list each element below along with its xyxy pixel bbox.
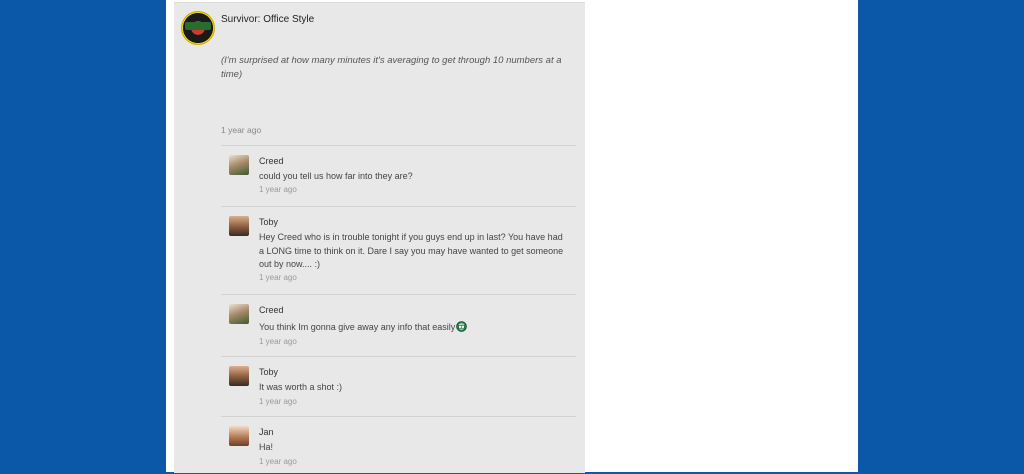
reply-author[interactable]: Toby — [259, 367, 278, 377]
creed-avatar[interactable] — [229, 304, 249, 324]
reply-timestamp: 1 year ago — [259, 185, 297, 194]
reply-timestamp: 1 year ago — [259, 273, 297, 282]
post-title[interactable]: Survivor: Office Style — [221, 14, 314, 25]
reply-text: could you tell us how far into they are? — [259, 171, 413, 181]
reply-text: You think Im gonna give away any info th… — [259, 321, 567, 335]
toby-avatar[interactable] — [229, 366, 249, 386]
reply-item: Jan Ha! 1 year ago — [221, 416, 576, 474]
reply-item: Creed could you tell us how far into the… — [221, 145, 576, 206]
reply-timestamp: 1 year ago — [259, 457, 297, 466]
reply-text: Hey Creed who is in trouble tonight if y… — [259, 232, 564, 269]
survivor-logo-icon[interactable] — [181, 11, 215, 45]
grin-emoji-icon — [456, 321, 468, 332]
post-body: (I'm surprised at how many minutes it's … — [221, 55, 562, 80]
reply-item: Toby It was worth a shot :) 1 year ago — [221, 356, 576, 415]
jan-avatar[interactable] — [229, 426, 249, 446]
reply-author[interactable]: Jan — [259, 427, 274, 437]
page-content: Survivor: Office Style (I'm surprised at… — [166, 0, 858, 473]
reply-author[interactable]: Toby — [259, 217, 278, 227]
reply-item: Creed You think Im gonna give away any i… — [221, 294, 576, 356]
reply-text: It was worth a shot :) — [259, 382, 343, 392]
reply-author[interactable]: Creed — [259, 156, 284, 166]
post-timestamp: 1 year ago — [221, 125, 262, 135]
reply-item: Toby Hey Creed who is in trouble tonight… — [221, 206, 576, 294]
reply-timestamp: 1 year ago — [259, 397, 297, 406]
reply-text-content: You think Im gonna give away any info th… — [259, 322, 456, 332]
reply-text: Ha! — [259, 442, 274, 452]
reply-timestamp: 1 year ago — [259, 337, 297, 346]
creed-avatar[interactable] — [229, 155, 249, 175]
reply-author[interactable]: Creed — [259, 305, 284, 315]
comment-thread: Survivor: Office Style (I'm surprised at… — [174, 2, 585, 473]
toby-avatar[interactable] — [229, 216, 249, 236]
